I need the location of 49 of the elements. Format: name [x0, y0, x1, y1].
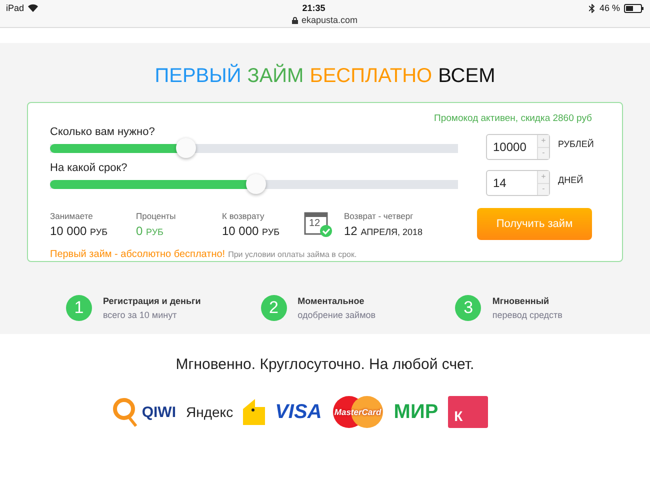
decrement-button[interactable]: -	[538, 146, 549, 159]
mir-logo: МИР	[394, 400, 438, 424]
summary-amount: 0 РУБ	[136, 224, 164, 238]
battery-icon	[624, 4, 644, 12]
bluetooth-icon	[589, 4, 596, 12]
step-number: 2	[260, 295, 287, 321]
get-loan-button[interactable]: Получить займ	[477, 208, 592, 240]
number-field[interactable]: 14 + -	[486, 170, 550, 196]
step-title: Мгновенный	[492, 296, 550, 306]
return-label: Возврат - четверг	[344, 210, 414, 220]
qiwi-logo-icon	[112, 396, 138, 428]
promo-message: Промокод активен, скидка 2860 руб	[433, 113, 592, 124]
summary-label: К возврату	[222, 210, 266, 220]
lock-icon	[292, 16, 298, 24]
wifi-icon	[28, 4, 38, 12]
summary-label: Занимаете	[50, 210, 94, 220]
page-url[interactable]: ekapusta.com	[301, 15, 358, 25]
summary-amount: 10 000 РУБ	[222, 224, 280, 238]
decrement-button[interactable]: -	[538, 182, 549, 195]
step-number: 1	[66, 295, 92, 321]
step-subtitle: перевод средств	[492, 310, 562, 320]
summary-amount: 10 000 РУБ	[50, 224, 108, 238]
kassa-logo: К	[448, 396, 488, 428]
summary-label: Проценты	[136, 210, 177, 220]
device-name: iPad	[6, 3, 24, 13]
unit-label: ДНЕЙ	[557, 175, 584, 185]
increment-button[interactable]: +	[538, 135, 549, 146]
page-headline: ПЕРВЫЙ ЗАЙМ БЕСПЛАТНО ВСЕМ	[154, 65, 496, 88]
wallet-icon	[243, 399, 266, 425]
battery-percent: 46 %	[599, 3, 620, 13]
slider-label: Сколько вам нужно?	[50, 126, 155, 138]
step-title: Регистрация и деньги	[103, 296, 201, 306]
step-number: 3	[455, 295, 482, 321]
slider-thumb[interactable]	[246, 174, 266, 194]
visa-logo: VISA	[275, 400, 322, 424]
free-loan-note: Первый займ - абсолютно бесплатно! При условии оплаты займа в срок.	[50, 249, 358, 260]
yandex-logo: Яндекс	[186, 404, 234, 420]
slider-thumb[interactable]	[176, 138, 196, 158]
clock: 21:35	[302, 3, 326, 13]
number-field[interactable]: 10000 + -	[486, 134, 550, 160]
return-date: 12 АПРЕЛЯ, 2018	[344, 224, 424, 238]
qiwi-logo: QIWI	[142, 404, 176, 420]
increment-button[interactable]: +	[538, 171, 549, 182]
step-subtitle: всего за 10 минут	[103, 310, 178, 320]
step-title: Моментальное	[298, 296, 366, 306]
payments-title: Мгновенно. Круглосуточно. На любой счет.	[176, 356, 474, 373]
unit-label: РУБЛЕЙ	[557, 139, 595, 149]
slider-label: На какой срок?	[50, 162, 128, 174]
step-subtitle: одобрение займов	[298, 310, 376, 320]
